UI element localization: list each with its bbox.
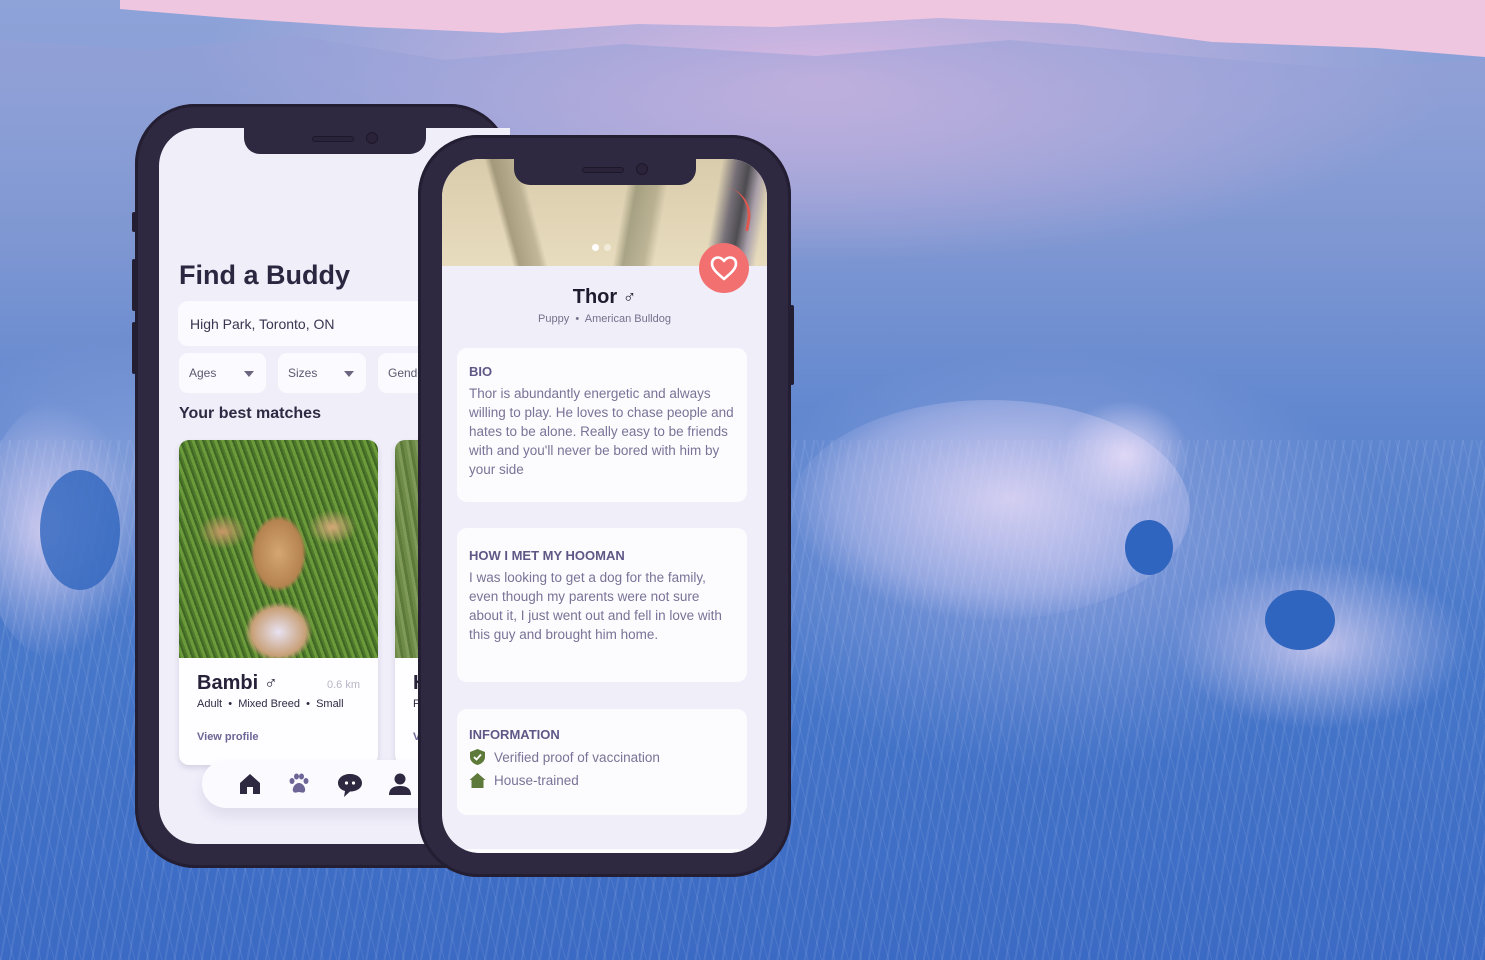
filter-label: Sizes — [288, 366, 318, 380]
pet-photo — [179, 440, 378, 658]
pet-age: Puppy — [538, 313, 570, 325]
matches-heading: Your best matches — [179, 405, 321, 422]
phone-volume-down-button — [132, 322, 136, 374]
view-profile-link[interactable]: View profile — [197, 731, 259, 743]
pet-breed: Mixed Breed — [238, 698, 300, 710]
pet-size: Small — [316, 698, 344, 710]
heart-icon — [710, 256, 738, 281]
separator-dot: • — [228, 698, 233, 710]
shield-check-icon — [470, 749, 485, 765]
pet-name-text: Bambi — [197, 672, 259, 694]
favorite-button[interactable] — [699, 243, 749, 293]
info-item: Verified proof of vaccination — [469, 748, 735, 766]
chat-icon[interactable] — [337, 772, 362, 797]
background-dog-spotted — [1170, 560, 1470, 730]
info-label: House-trained — [494, 773, 579, 788]
phone-pet-profile: Thor ♂ Puppy • American Bulldog BIO Thor… — [418, 135, 794, 877]
phone-volume-up-button — [132, 259, 136, 311]
bio-title: BIO — [469, 364, 493, 379]
phone-side-button — [132, 212, 136, 232]
carousel-indicator — [592, 238, 616, 256]
background-dog-spot — [1125, 520, 1173, 575]
story-text: I was looking to get a dog for the famil… — [469, 570, 722, 642]
location-search-input[interactable]: High Park, Toronto, ON — [178, 301, 438, 346]
speaker-grille — [581, 167, 624, 173]
pet-meta: Puppy • American Bulldog — [442, 313, 767, 325]
separator-dot: • — [575, 313, 580, 325]
phone-notch — [243, 128, 426, 154]
information-title: INFORMATION — [469, 727, 560, 742]
background-dog-spot — [40, 470, 120, 590]
match-card[interactable]: Bambi ♂ 0.6 km Adult • Mixed Breed • Smal… — [179, 440, 378, 765]
separator-dot: • — [306, 698, 310, 710]
user-icon[interactable] — [388, 772, 412, 796]
phone-notch — [513, 159, 696, 185]
background-dog-retriever-head — [1060, 400, 1190, 510]
pet-distance: 0.6 km — [326, 679, 360, 691]
caret-down-icon — [244, 371, 254, 377]
background-dog-spot — [1265, 590, 1335, 650]
male-icon: ♂ — [622, 287, 637, 307]
info-item: House-trained — [469, 772, 735, 789]
male-icon: ♂ — [264, 673, 278, 693]
info-label: Verified proof of vaccination — [494, 749, 660, 765]
house-icon — [469, 773, 486, 788]
pet-name: Bambi ♂ — [197, 672, 278, 695]
filter-sizes-dropdown[interactable]: Sizes — [278, 353, 366, 393]
front-camera — [365, 132, 378, 144]
filter-label: Ages — [189, 366, 217, 380]
story-title: HOW I MET MY HOOMAN — [469, 548, 625, 563]
home-icon[interactable] — [238, 772, 262, 796]
bio-text: Thor is abundantly energetic and always … — [469, 386, 734, 477]
caret-down-icon — [344, 371, 354, 377]
pet-breed: American Bulldog — [584, 313, 671, 325]
page-title: Find a Buddy — [179, 260, 350, 290]
bio-section: BIO Thor is abundantly energetic and alw… — [457, 348, 747, 502]
story-section: HOW I MET MY HOOMAN I was looking to get… — [457, 528, 747, 682]
carousel-dot-active[interactable] — [592, 244, 599, 251]
carousel-dot[interactable] — [604, 244, 611, 251]
information-section: INFORMATION Verified proof of vaccinatio… — [457, 709, 747, 815]
paw-icon[interactable] — [287, 772, 311, 796]
pet-meta: Adult • Mixed Breed • Small — [197, 698, 344, 710]
next-section — [457, 849, 747, 853]
front-camera — [635, 163, 648, 175]
speaker-grille — [311, 136, 354, 142]
filter-ages-dropdown[interactable]: Ages — [179, 353, 266, 393]
pet-profile-screen: Thor ♂ Puppy • American Bulldog BIO Thor… — [442, 159, 767, 853]
location-search-value: High Park, Toronto, ON — [190, 316, 335, 332]
pet-name-text: Thor — [572, 286, 618, 308]
pet-age: Adult — [197, 698, 223, 710]
phone-power-button — [790, 305, 794, 385]
